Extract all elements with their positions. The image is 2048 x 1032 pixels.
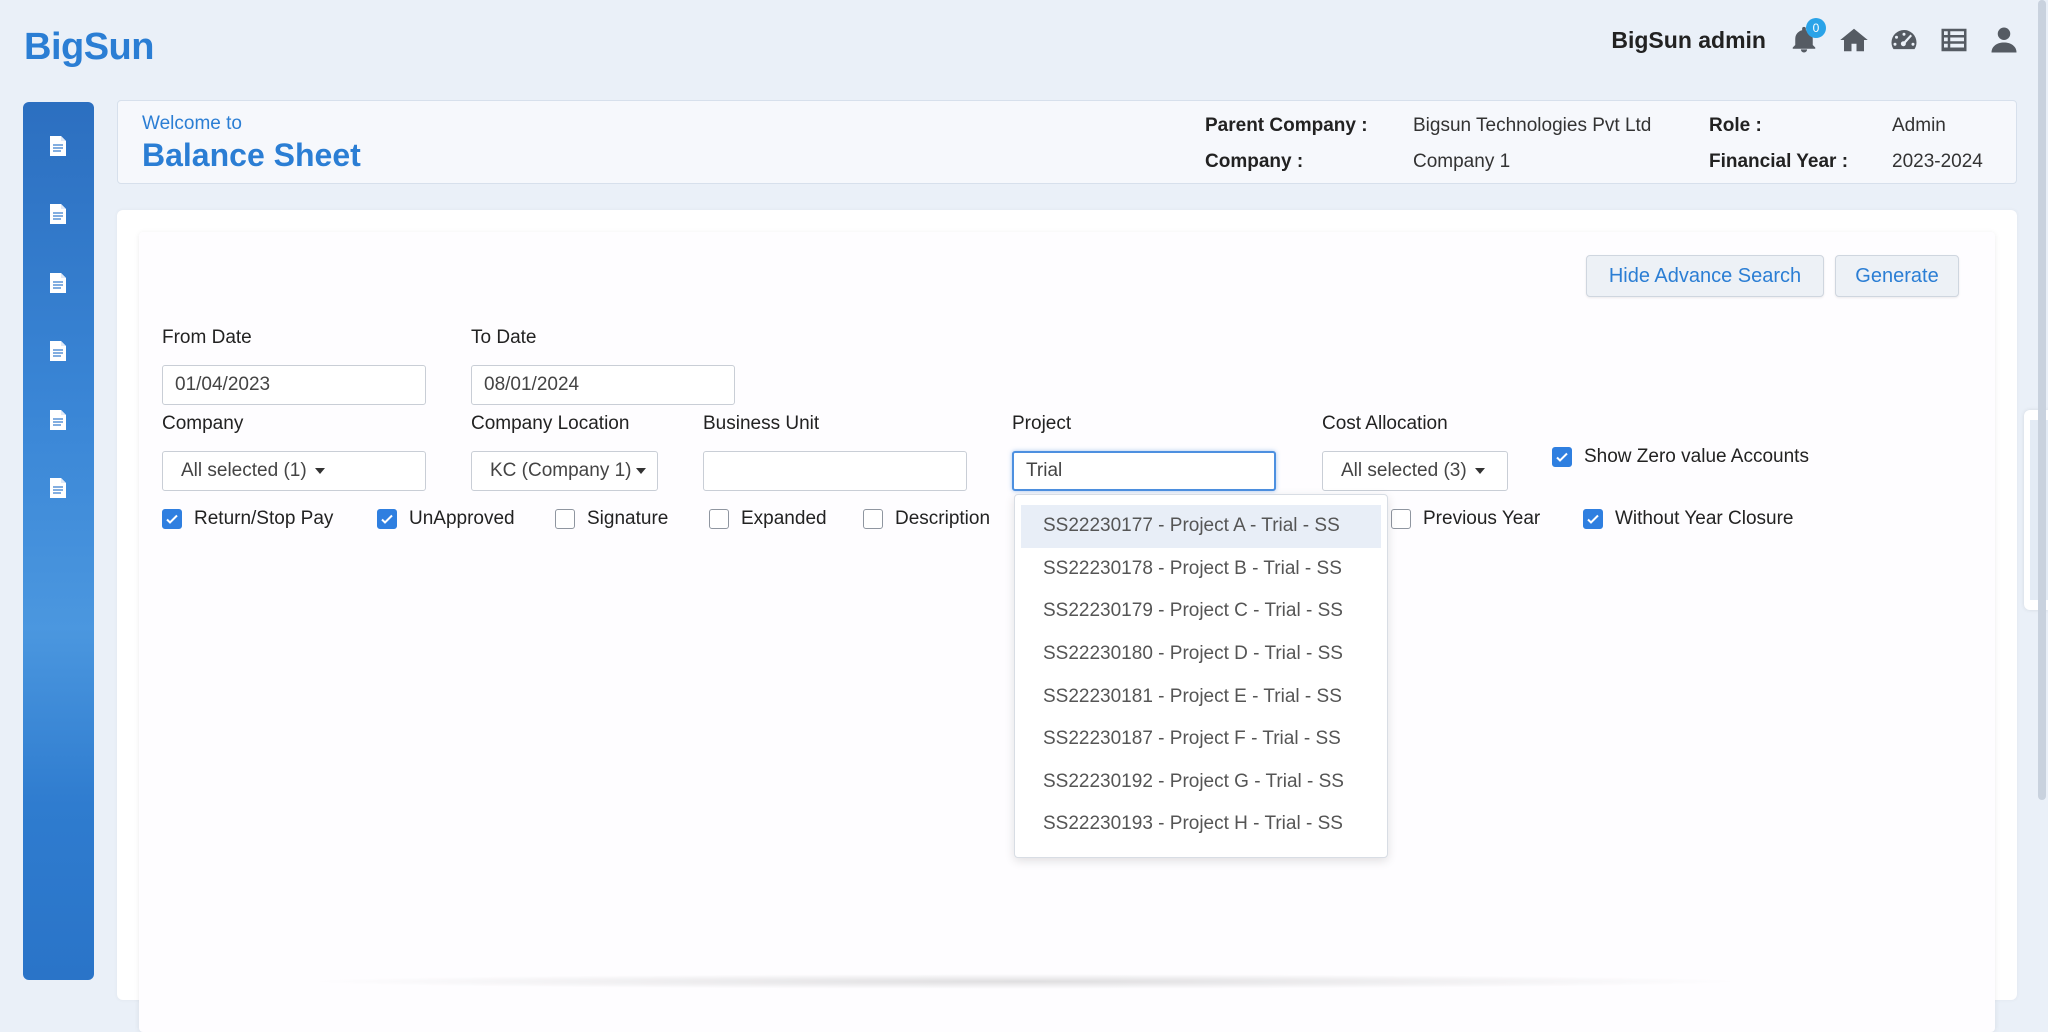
page-header: Welcome to Balance Sheet Parent Company … [117,100,2017,184]
chevron-down-icon [635,468,646,474]
checkbox-unchecked-icon [1391,509,1411,529]
checkbox-unchecked-icon [863,509,883,529]
project-search-value: Trial [1026,460,1063,481]
project-option[interactable]: SS22230179 - Project C - Trial - SS [1021,590,1381,633]
company-label: Company : [1205,151,1304,172]
show-zero-value-checkbox[interactable]: Show Zero value Accounts [1552,446,1809,468]
sidebar-document-icon[interactable] [43,268,73,298]
project-search-input[interactable]: Trial [1012,451,1276,491]
business-unit-label: Business Unit [703,413,820,434]
company-location-select[interactable]: KC (Company 1) [471,451,658,491]
sidebar [23,102,94,980]
to-date-field[interactable]: 08/01/2024 [471,365,735,405]
to-date-label: To Date [471,327,537,348]
from-date-value: 01/04/2023 [175,374,271,395]
list-icon[interactable] [1938,24,1970,56]
project-autocomplete-list: SS22230177 - Project A - Trial - SS SS22… [1014,494,1388,858]
project-option[interactable]: SS22230193 - Project H - Trial - SS [1021,803,1381,846]
financial-year-value: 2023-2024 [1892,151,1983,172]
without-year-closure-label: Without Year Closure [1615,508,1794,529]
business-unit-input[interactable] [703,451,967,491]
company-location-label: Company Location [471,413,630,434]
hide-advance-search-button[interactable]: Hide Advance Search [1586,255,1824,297]
user-icon[interactable] [1988,24,2020,56]
sidebar-document-icon[interactable] [43,473,73,503]
home-icon[interactable] [1838,24,1870,56]
project-option[interactable]: SS22230187 - Project F - Trial - SS [1021,718,1381,761]
sidebar-document-icon[interactable] [43,199,73,229]
financial-year-label: Financial Year : [1709,151,1849,172]
previous-year-checkbox[interactable]: Previous Year [1391,508,1540,530]
checkbox-unchecked-icon [555,509,575,529]
company-location-select-value: KC (Company 1) [490,460,632,481]
topbar-actions: BigSun admin 0 [1611,18,2020,60]
parent-company-label: Parent Company : [1205,115,1368,136]
to-date-value: 08/01/2024 [484,374,580,395]
page-scrollbar[interactable] [2038,0,2046,800]
welcome-text: Welcome to [142,113,242,134]
company-select-value: All selected (1) [181,460,307,481]
sidebar-document-icon[interactable] [43,131,73,161]
checkbox-checked-icon [377,509,397,529]
project-option[interactable]: SS22230192 - Project G - Trial - SS [1021,761,1381,804]
return-stop-pay-label: Return/Stop Pay [194,508,334,529]
project-option[interactable]: SS22230180 - Project D - Trial - SS [1021,633,1381,676]
bottom-shadow [300,974,1750,989]
chevron-down-icon [1474,468,1485,474]
chevron-down-icon [314,468,325,474]
company-select[interactable]: All selected (1) [162,451,426,491]
sidebar-document-icon[interactable] [43,405,73,435]
unapproved-label: UnApproved [409,508,515,529]
without-year-closure-checkbox[interactable]: Without Year Closure [1583,508,1794,530]
project-option[interactable]: SS22230181 - Project E - Trial - SS [1021,675,1381,718]
previous-year-label: Previous Year [1423,508,1541,529]
company-value: Company 1 [1413,151,1511,172]
signature-label: Signature [587,508,669,529]
expanded-checkbox[interactable]: Expanded [709,508,827,530]
generate-button[interactable]: Generate [1835,255,1959,297]
project-option[interactable]: SS22230177 - Project A - Trial - SS [1021,505,1381,548]
cost-allocation-label: Cost Allocation [1322,413,1448,434]
role-value: Admin [1892,115,1946,136]
app-logo[interactable]: BigSun [24,26,154,69]
sidebar-document-icon[interactable] [43,336,73,366]
bell-icon[interactable]: 0 [1788,18,1826,56]
cost-allocation-select-value: All selected (3) [1341,460,1467,481]
checkbox-checked-icon [1583,509,1603,529]
parent-company-value: Bigsun Technologies Pvt Ltd [1413,115,1652,136]
company-filter-label: Company [162,413,244,434]
role-label: Role : [1709,115,1762,136]
description-label: Description [895,508,991,529]
from-date-label: From Date [162,327,252,348]
checkbox-checked-icon [1552,447,1572,467]
notification-badge: 0 [1806,18,1826,38]
description-checkbox[interactable]: Description [863,508,990,530]
project-option[interactable]: SS22230178 - Project B - Trial - SS [1021,548,1381,591]
show-zero-value-label: Show Zero value Accounts [1584,446,1809,467]
unapproved-checkbox[interactable]: UnApproved [377,508,515,530]
checkbox-checked-icon [162,509,182,529]
cost-allocation-select[interactable]: All selected (3) [1322,451,1508,491]
checkbox-unchecked-icon [709,509,729,529]
user-name: BigSun admin [1611,26,1766,53]
expanded-label: Expanded [741,508,827,529]
from-date-field[interactable]: 01/04/2023 [162,365,426,405]
signature-checkbox[interactable]: Signature [555,508,668,530]
page-title: Balance Sheet [142,137,361,173]
project-label: Project [1012,413,1072,434]
dashboard-icon[interactable] [1888,24,1920,56]
return-stop-pay-checkbox[interactable]: Return/Stop Pay [162,508,333,530]
